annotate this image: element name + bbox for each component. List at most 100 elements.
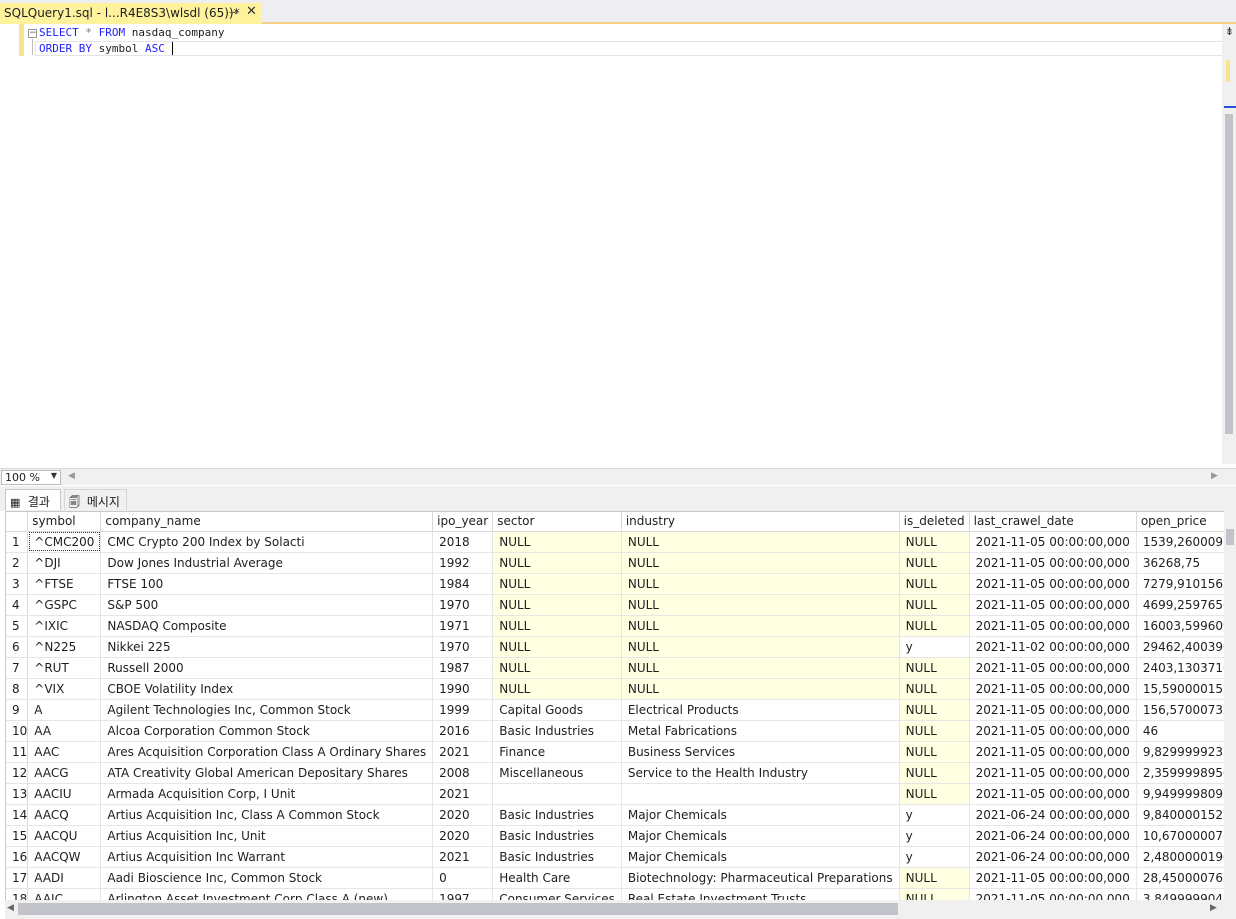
cell-company-name[interactable]: Agilent Technologies Inc, Common Stock [100, 699, 434, 721]
cell-last-crawel-date[interactable]: 2021-11-05 00:00:00,000 [969, 720, 1137, 742]
cell-sector[interactable]: Consumer Services [492, 888, 622, 900]
cell-company-name[interactable]: Artius Acquisition Inc Warrant [100, 846, 434, 868]
row-number[interactable]: 9 [6, 699, 29, 721]
cell-company-name[interactable]: CMC Crypto 200 Index by Solacti [100, 531, 434, 553]
split-icon[interactable]: ⇟ [1223, 25, 1236, 40]
table-row[interactable]: 7 ^RUT Russell 2000 1987 NULL NULL NULL 2021-11… [6, 657, 1224, 679]
tab-messages[interactable]: 🗐 메시지 [64, 489, 127, 510]
cell-ipo-year[interactable]: 2008 [432, 762, 494, 784]
cell-is-deleted[interactable]: NULL [899, 615, 970, 637]
cell-sector[interactable]: NULL [492, 636, 622, 658]
cell-company-name[interactable]: ATA Creativity Global American Depositar… [100, 762, 434, 784]
query-editor[interactable]: − SELECT * FROM nasdaq_company ORDER BY … [0, 24, 1236, 468]
cell-symbol[interactable]: AAIC [27, 888, 102, 900]
cell-company-name[interactable]: Nikkei 225 [100, 636, 434, 658]
table-row[interactable]: 15 AACQU Artius Acquisition Inc, Unit 2020 B… [6, 825, 1224, 847]
cell-company-name[interactable]: Alcoa Corporation Common Stock [100, 720, 434, 742]
scroll-left-icon[interactable]: ◀ [68, 471, 75, 481]
row-number[interactable]: 1 [6, 531, 29, 553]
cell-is-deleted[interactable]: y [899, 804, 970, 826]
cell-company-name[interactable]: Arlington Asset Investment Corp Class A … [100, 888, 434, 900]
cell-ipo-year[interactable]: 1984 [432, 573, 494, 595]
cell-company-name[interactable]: Russell 2000 [100, 657, 434, 679]
cell-last-crawel-date[interactable]: 2021-11-05 00:00:00,000 [969, 657, 1137, 679]
cell-open-price[interactable]: 1539,26000976563 [1136, 531, 1224, 553]
column-header-last-crawel-date[interactable]: last_crawel_date [969, 512, 1137, 532]
cell-industry[interactable]: NULL [621, 552, 900, 574]
cell-sector[interactable]: Miscellaneous [492, 762, 622, 784]
cell-open-price[interactable]: 15,5900001525879 [1136, 678, 1224, 700]
cell-open-price[interactable]: 36268,75 [1136, 552, 1224, 574]
row-number[interactable]: 6 [6, 636, 29, 658]
cell-symbol[interactable]: ^DJI [27, 552, 102, 574]
cell-industry[interactable]: Biotechnology: Pharmaceutical Preparatio… [621, 867, 900, 889]
cell-ipo-year[interactable]: 1970 [432, 636, 494, 658]
cell-symbol[interactable]: AACIU [27, 783, 102, 805]
row-number[interactable]: 13 [6, 783, 29, 805]
row-number[interactable]: 18 [6, 888, 29, 900]
row-number[interactable]: 4 [6, 594, 29, 616]
grid-vertical-scrollbar[interactable] [1224, 511, 1236, 900]
cell-industry[interactable]: Business Services [621, 741, 900, 763]
cell-company-name[interactable]: Artius Acquisition Inc, Unit [100, 825, 434, 847]
cell-is-deleted[interactable]: NULL [899, 783, 970, 805]
cell-ipo-year[interactable]: 1970 [432, 594, 494, 616]
cell-symbol[interactable]: ^RUT [27, 657, 102, 679]
cell-last-crawel-date[interactable]: 2021-11-05 00:00:00,000 [969, 762, 1137, 784]
cell-industry[interactable]: NULL [621, 531, 900, 553]
row-number[interactable]: 2 [6, 552, 29, 574]
cell-sector[interactable]: NULL [492, 594, 622, 616]
cell-is-deleted[interactable]: NULL [899, 594, 970, 616]
cell-sector[interactable]: NULL [492, 531, 622, 553]
cell-industry[interactable]: NULL [621, 657, 900, 679]
cell-open-price[interactable]: 9,84000015258789 [1136, 804, 1224, 826]
query-tab[interactable]: SQLQuery1.sql - l...R4E8S3\wlsdl (65))* … [0, 3, 262, 24]
cell-company-name[interactable]: FTSE 100 [100, 573, 434, 595]
row-number[interactable]: 7 [6, 657, 29, 679]
cell-open-price[interactable]: 29462,400390625 [1136, 636, 1224, 658]
column-header-industry[interactable]: industry [621, 512, 900, 532]
editor-scroll-thumb[interactable] [1225, 114, 1233, 434]
cell-ipo-year[interactable]: 1987 [432, 657, 494, 679]
grid-scroll-right-icon[interactable]: ▶ [1210, 903, 1217, 913]
cell-industry[interactable] [621, 783, 900, 805]
table-row[interactable]: 5 ^IXIC NASDAQ Composite 1971 NULL NULL NULL 20… [6, 615, 1224, 637]
collapse-icon[interactable]: − [28, 29, 37, 38]
cell-last-crawel-date[interactable]: 2021-11-05 00:00:00,000 [969, 867, 1137, 889]
cell-is-deleted[interactable]: y [899, 846, 970, 868]
zoom-select[interactable]: 100 % ▼ [1, 470, 61, 485]
table-row[interactable]: 10 AA Alcoa Corporation Common Stock 2016 Ba… [6, 720, 1224, 742]
cell-company-name[interactable]: CBOE Volatility Index [100, 678, 434, 700]
cell-last-crawel-date[interactable]: 2021-11-05 00:00:00,000 [969, 615, 1137, 637]
cell-company-name[interactable]: Dow Jones Industrial Average [100, 552, 434, 574]
cell-industry[interactable]: Major Chemicals [621, 804, 900, 826]
cell-sector[interactable]: Capital Goods [492, 699, 622, 721]
cell-sector[interactable]: Basic Industries [492, 720, 622, 742]
table-row[interactable]: 11 AAC Ares Acquisition Corporation Class … [6, 741, 1224, 763]
cell-sector[interactable] [492, 783, 622, 805]
cell-ipo-year[interactable]: 2020 [432, 825, 494, 847]
results-grid[interactable]: symbol company_name ipo_year sector industry… [5, 511, 1224, 900]
cell-symbol[interactable]: ^IXIC [27, 615, 102, 637]
cell-is-deleted[interactable]: NULL [899, 678, 970, 700]
cell-last-crawel-date[interactable]: 2021-06-24 00:00:00,000 [969, 825, 1137, 847]
cell-industry[interactable]: Service to the Health Industry [621, 762, 900, 784]
cell-ipo-year[interactable]: 2018 [432, 531, 494, 553]
cell-symbol[interactable]: AACQ [27, 804, 102, 826]
cell-sector[interactable]: Finance [492, 741, 622, 763]
cell-company-name[interactable]: S&P 500 [100, 594, 434, 616]
cell-last-crawel-date[interactable]: 2021-06-24 00:00:00,000 [969, 804, 1137, 826]
cell-open-price[interactable]: 7279,91015625 [1136, 573, 1224, 595]
row-number[interactable]: 3 [6, 573, 29, 595]
cell-open-price[interactable]: 16003,599609375 [1136, 615, 1224, 637]
cell-symbol[interactable]: ^VIX [27, 678, 102, 700]
cell-ipo-year[interactable]: 1990 [432, 678, 494, 700]
cell-last-crawel-date[interactable]: 2021-11-05 00:00:00,000 [969, 741, 1137, 763]
column-header-company-name[interactable]: company_name [100, 512, 434, 532]
cell-is-deleted[interactable]: y [899, 825, 970, 847]
tab-results[interactable]: ▦ 결과 [5, 489, 61, 510]
close-icon[interactable]: ✕ [246, 4, 257, 19]
cell-open-price[interactable]: 2,35999989509583 [1136, 762, 1224, 784]
cell-symbol[interactable]: AACQW [27, 846, 102, 868]
cell-last-crawel-date[interactable]: 2021-11-05 00:00:00,000 [969, 699, 1137, 721]
